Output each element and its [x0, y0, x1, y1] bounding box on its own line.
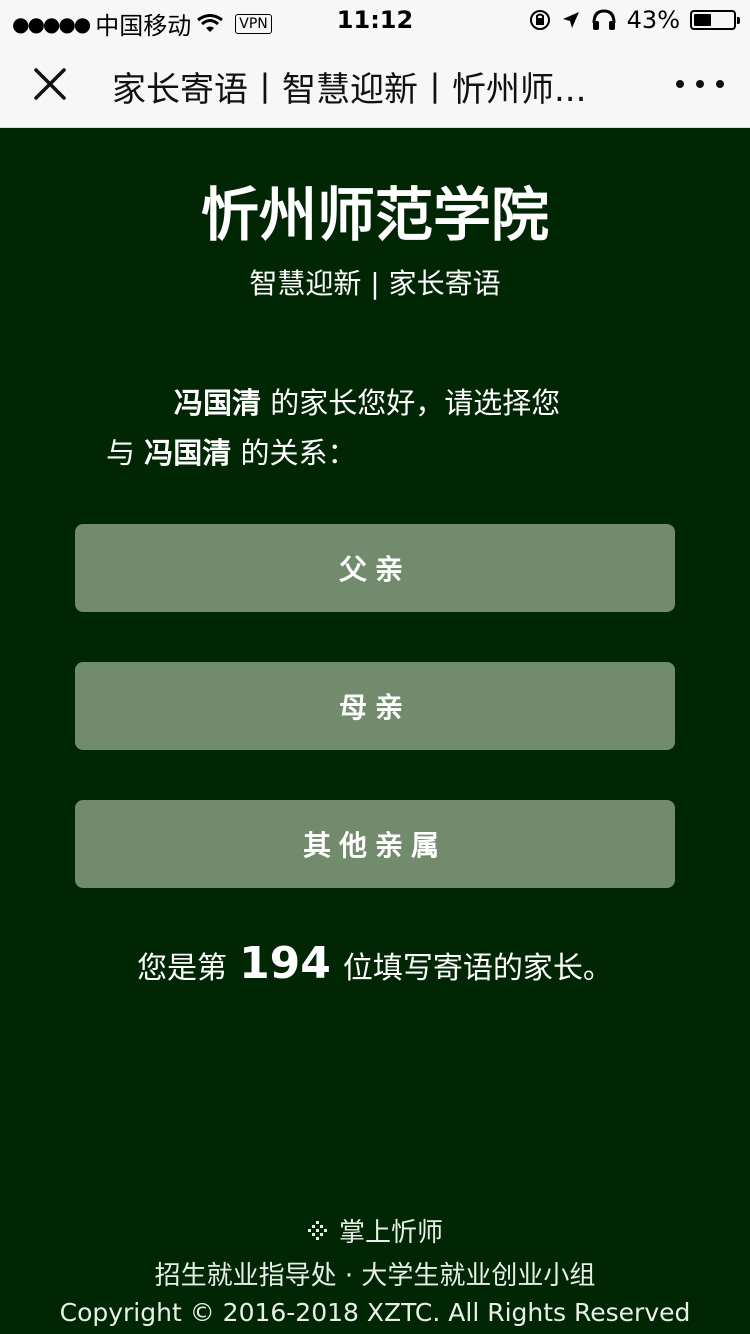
main-content: 忻州师范学院 智慧迎新 | 家长寄语 冯国清 的家长您好，请选择您 与 冯国清 … [0, 128, 750, 1334]
counter-suffix: 位填写寄语的家长。 [342, 951, 613, 986]
footer-brand: 掌上忻师 [0, 1212, 750, 1249]
more-dot [716, 80, 724, 88]
battery-icon [690, 10, 740, 30]
footer: 掌上忻师 招生就业指导处 · 大学生就业创业小组 Copyright © 201… [0, 1212, 750, 1327]
footer-org: 招生就业指导处 · 大学生就业创业小组 [154, 1261, 596, 1291]
counter-number: 194 [239, 938, 331, 989]
mother-button[interactable]: 母亲 [75, 662, 675, 750]
greeting-prefix: 与 [106, 436, 145, 470]
headphones-icon [592, 9, 616, 30]
status-right: 43% [529, 6, 740, 34]
greeting-part-1: 的家长您好，请选择您 [261, 386, 561, 420]
subtitle: 智慧迎新 | 家长寄语 [249, 267, 501, 300]
nav-bar: 家长寄语丨智慧迎新丨忻州师... [0, 40, 750, 128]
student-name: 冯国清 [144, 436, 232, 470]
other-relative-button[interactable]: 其他亲属 [75, 800, 675, 888]
footer-brand-label: 掌上忻师 [338, 1218, 443, 1248]
location-icon [562, 12, 579, 28]
counter-prefix: 您是第 [137, 951, 228, 986]
brand-logo-icon [307, 1220, 327, 1240]
rotation-lock-icon [529, 10, 550, 30]
father-button[interactable]: 父亲 [75, 524, 675, 612]
battery-percent: 43% [626, 6, 680, 34]
page-title: 家长寄语丨智慧迎新丨忻州师... [112, 70, 587, 106]
greeting-line-2: 与 冯国清 的关系： [106, 428, 646, 478]
status-bar: ●●●●● 中国移动 VPN 11:12 43% [0, 0, 750, 40]
parent-counter: 您是第 194 位填写寄语的家长。 [0, 938, 750, 989]
school-name: 忻州师范学院 [200, 181, 549, 249]
greeting-text: 冯国清 的家长您好，请选择您 与 冯国清 的关系： [106, 378, 646, 478]
more-options-icon[interactable] [676, 64, 724, 104]
more-dot [676, 80, 684, 88]
more-dot [696, 80, 704, 88]
student-name: 冯国清 [174, 386, 262, 420]
footer-copyright: Copyright © 2016-2018 XZTC. All Rights R… [59, 1298, 691, 1327]
close-icon[interactable] [28, 62, 72, 106]
greeting-suffix: 的关系： [231, 436, 357, 470]
greeting-line-1: 冯国清 的家长您好，请选择您 [106, 378, 646, 428]
